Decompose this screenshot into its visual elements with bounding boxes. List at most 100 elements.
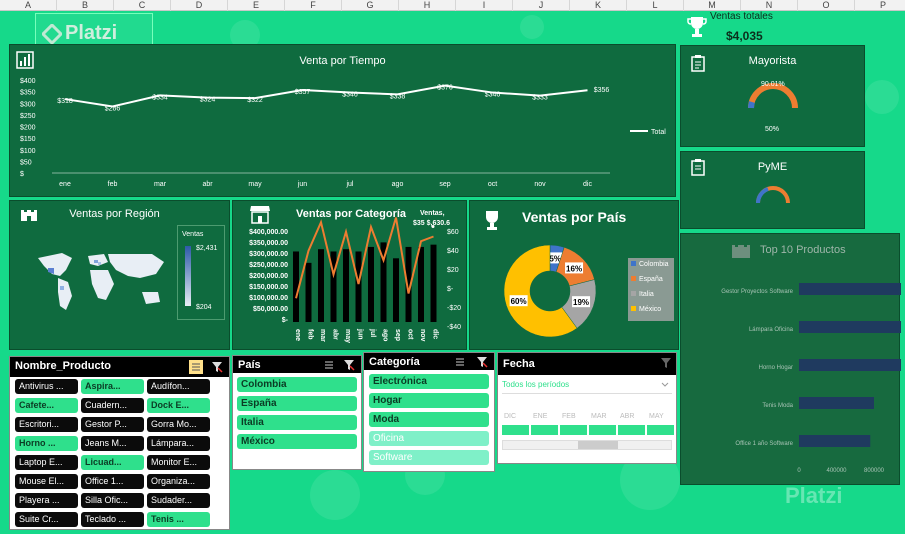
slicer-producto-item[interactable]: Cafete... [15,398,78,413]
clear-filter-icon[interactable] [476,356,488,368]
slicer-producto-item[interactable]: Dock E... [147,398,210,413]
country-donut-chart: 5%16%19%60% [503,244,597,338]
slicer-producto-item[interactable]: Audífon... [147,379,210,394]
country-legend: Colombia España Italia México [628,258,674,321]
multi-select-icon[interactable] [323,359,335,371]
slicer-categoria-header: Categoría [364,353,494,370]
clear-filter-icon[interactable] [660,357,672,369]
column-header-N[interactable]: N [741,0,798,11]
mayorista-title: Mayorista [748,55,797,67]
slicer-producto-item[interactable]: Tenis ... [147,512,210,527]
slicer-producto-item[interactable]: Gorra Mo... [147,417,210,432]
x-tick-label: mar [154,181,167,188]
column-header-G[interactable]: G [342,0,399,11]
slicer-producto-item[interactable]: Mouse El... [15,474,78,489]
slicer-producto-item[interactable]: Organiza... [147,474,210,489]
column-header-J[interactable]: J [513,0,570,11]
column-header-L[interactable]: L [627,0,684,11]
slicer-producto-item[interactable]: Jeans M... [81,436,144,451]
clear-filter-icon[interactable] [343,359,355,371]
timeline-month-bar[interactable] [531,425,558,435]
timeline-month-bar[interactable] [618,425,645,435]
slicer-producto-item[interactable]: Antivirus ... [15,379,78,394]
column-header-F[interactable]: F [285,0,342,11]
column-header-K[interactable]: K [570,0,627,11]
slicer-producto-item[interactable]: Horno ... [15,436,78,451]
slicer-categoria-item[interactable]: Moda [369,412,489,427]
data-label: $324 [200,97,216,104]
time-chart-panel[interactable]: Venta por Tiempo $400 $350 $300 $250 $200 $15… [9,44,676,197]
multi-select-icon[interactable] [454,356,466,368]
timeline-scrollbar[interactable] [502,440,672,450]
column-header-D[interactable]: D [171,0,228,11]
slicer-producto-item[interactable]: Escritori... [15,417,78,432]
x-tick-label: dic [583,181,592,188]
column-header-M[interactable]: M [684,0,741,11]
region-panel[interactable]: Ventas por Región Ventas $2,431 $204 [9,200,230,350]
timeline-month-bar[interactable] [560,425,587,435]
slicer-pais-item[interactable]: Italia [237,415,357,430]
column-header-A[interactable]: A [0,0,57,11]
x-tick-label: may [248,181,262,188]
slicer-producto[interactable]: Nombre_Producto Antivirus ... Aspira... Au… [9,356,230,530]
country-panel[interactable]: Ventas por País 5% 16% 19% 60% Colombia Espa… [469,200,679,350]
y-left-tick-label: $400,000.00 [249,229,288,236]
slicer-fecha-header: Fecha [498,353,676,375]
slicer-pais-item[interactable]: Colombia [237,377,357,392]
x-tick-label: ago [392,181,404,188]
timeline-month-bar[interactable] [647,425,674,435]
slicer-categoria-item[interactable]: Electrónica [369,374,489,389]
slicer-pais[interactable]: País Colombia España Italia México [232,355,362,470]
clear-filter-icon[interactable] [211,361,223,373]
category-panel[interactable]: Ventas por Categoría Ventas, $35 $,630.6… [232,200,467,350]
top10-row-label: Gestor Proyectos Software [721,289,793,295]
top10-bar [799,359,901,371]
slicer-producto-item[interactable]: Playera ... [15,493,78,508]
slicer-categoria[interactable]: Categoría Electrónica Hogar Moda Oficina Sof… [363,352,495,472]
data-label: $346 [485,92,501,99]
chevron-down-icon[interactable] [661,382,669,388]
timeline-month-label: DIC [504,413,517,420]
slicer-producto-item[interactable]: Lámpara... [147,436,210,451]
column-header-E[interactable]: E [228,0,285,11]
slicer-producto-item[interactable]: Teclado ... [81,512,144,527]
timeline-month-bar[interactable] [502,425,529,435]
slicer-producto-item[interactable]: Laptop E... [15,455,78,470]
slicer-pais-title: País [238,359,261,371]
timeline-scroll-thumb[interactable] [578,441,618,449]
slicer-producto-item[interactable]: Aspira... [81,379,144,394]
column-header-P[interactable]: P [855,0,905,11]
slicer-categoria-item[interactable]: Hogar [369,393,489,408]
slicer-producto-item[interactable]: Suite Cr... [15,512,78,527]
column-header-B[interactable]: B [57,0,114,11]
mayorista-panel[interactable]: Mayorista 90.01% 50% [680,45,865,147]
category-x-tick: oct [407,329,414,340]
slicer-producto-item[interactable]: Monitor E... [147,455,210,470]
top10-panel[interactable]: Top 10 Productos Gestor Proyectos Softwa… [680,233,901,485]
slicer-producto-item[interactable]: Cuadern... [81,398,144,413]
slicer-fecha[interactable]: Fecha Todos los períodos DIC ENE FEB MAR ABR… [497,352,677,464]
slicer-producto-item[interactable]: Licuad... [81,455,144,470]
data-label: $346 [342,92,358,99]
pyme-panel[interactable]: PyME [680,151,865,229]
category-line [295,217,434,299]
column-header-H[interactable]: H [399,0,456,11]
multi-select-icon[interactable] [189,360,203,374]
category-bar [418,246,424,322]
slicer-categoria-item[interactable]: Oficina [369,431,489,446]
data-label: $376 [437,85,453,92]
column-header-I[interactable]: I [456,0,513,11]
category-bar [368,246,374,322]
world-map [38,253,164,310]
slicer-producto-item[interactable]: Silla Ofic... [81,493,144,508]
category-bar [393,258,399,322]
slicer-producto-item[interactable]: Office 1... [81,474,144,489]
column-header-C[interactable]: C [114,0,171,11]
timeline-month-bar[interactable] [589,425,616,435]
slicer-pais-item[interactable]: México [237,434,357,449]
slicer-categoria-item[interactable]: Software [369,450,489,465]
slicer-producto-item[interactable]: Sudader... [147,493,210,508]
column-header-O[interactable]: O [798,0,855,11]
slicer-pais-item[interactable]: España [237,396,357,411]
slicer-producto-item[interactable]: Gestor P... [81,417,144,432]
